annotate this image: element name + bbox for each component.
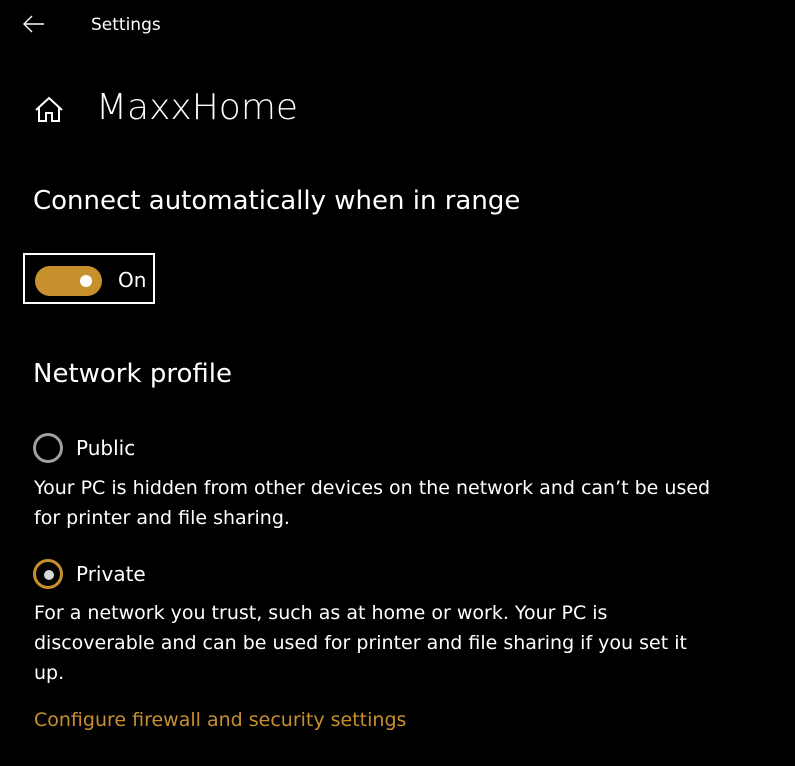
- radio-public-circle[interactable]: [33, 433, 63, 463]
- toggle-track: [35, 266, 102, 296]
- radio-public[interactable]: Public: [33, 431, 135, 465]
- public-description: Your PC is hidden from other devices on …: [34, 477, 711, 529]
- toggle-state-label: On: [118, 268, 147, 292]
- back-arrow-icon: [23, 15, 44, 33]
- network-profile-heading: Network profile: [33, 359, 232, 389]
- radio-private[interactable]: Private: [33, 557, 146, 591]
- radio-dot: [44, 444, 54, 454]
- connect-auto-heading: Connect automatically when in range: [33, 186, 521, 216]
- radio-private-circle[interactable]: [33, 559, 63, 589]
- connect-auto-toggle[interactable]: On: [23, 253, 155, 304]
- toggle-knob: [80, 275, 92, 287]
- home-icon[interactable]: [33, 94, 65, 126]
- settings-page: Settings MaxxHome Connect automatically …: [0, 0, 795, 766]
- page-title: MaxxHome: [96, 87, 299, 128]
- app-title: Settings: [91, 15, 161, 35]
- radio-dot: [44, 570, 54, 580]
- back-button[interactable]: [14, 6, 54, 42]
- radio-public-label: Public: [76, 436, 136, 460]
- radio-private-label: Private: [76, 562, 146, 586]
- private-description: For a network you trust, such as at home…: [34, 602, 687, 684]
- configure-firewall-link[interactable]: Configure firewall and security settings: [34, 705, 406, 735]
